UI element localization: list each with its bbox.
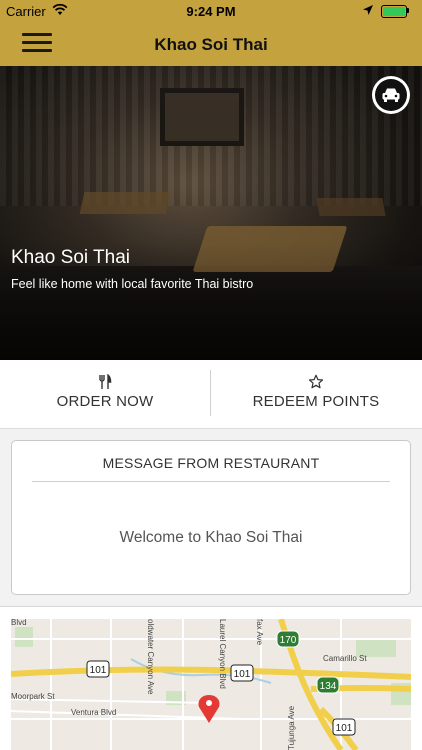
- svg-text:101: 101: [336, 723, 353, 734]
- message-card: MESSAGE FROM RESTAURANT Welcome to Khao …: [11, 440, 411, 595]
- battery-icon: [381, 5, 407, 18]
- message-body: Welcome to Khao Soi Thai: [119, 529, 303, 546]
- map-label: Tujunga Ave: [287, 705, 296, 750]
- map-label: Camarillo St: [323, 654, 367, 663]
- battery-tip: [407, 8, 409, 13]
- restaurant-hero-image: Khao Soi Thai Feel like home with local …: [0, 66, 422, 360]
- map-label: fax Ave: [255, 619, 264, 646]
- status-bar: Carrier 9:24 PM: [0, 0, 422, 22]
- highway-shield-101: 101: [230, 664, 254, 682]
- map-label: Blvd: [11, 619, 27, 627]
- highway-shield-101: 101: [332, 718, 356, 736]
- restaurant-name: Khao Soi Thai: [11, 247, 131, 268]
- status-time: 9:24 PM: [186, 4, 236, 19]
- message-divider: [32, 481, 390, 482]
- section-separator: [0, 606, 422, 607]
- page-title: Khao Soi Thai: [154, 35, 268, 54]
- map-label: Ventura Blvd: [71, 708, 116, 717]
- highway-shield-170: 170: [276, 630, 300, 648]
- redeem-points-button[interactable]: REDEEM POINTS: [211, 360, 421, 428]
- location-arrow-icon: [362, 4, 374, 19]
- order-now-label: ORDER NOW: [56, 393, 154, 410]
- hero-overlay: [0, 66, 422, 360]
- map-label: oldwater Canyon Ave: [146, 619, 155, 695]
- utensils-icon: [0, 374, 210, 392]
- delivery-car-button[interactable]: [372, 76, 410, 114]
- map-label: Moorpark St: [11, 692, 55, 701]
- highway-shield-101: 101: [86, 660, 110, 678]
- restaurant-tagline: Feel like home with local favorite Thai …: [11, 277, 254, 291]
- action-bar: ORDER NOW REDEEM POINTS: [0, 360, 422, 429]
- map-label: Laurel Canyon Blvd: [218, 619, 227, 689]
- svg-text:101: 101: [234, 669, 251, 680]
- svg-text:134: 134: [320, 681, 337, 692]
- star-icon: [211, 374, 421, 392]
- svg-text:101: 101: [90, 665, 107, 676]
- app-header: Carrier 9:24 PM Khao Soi Thai: [0, 0, 422, 66]
- location-map[interactable]: 101 101 101 170 134 Blvd Moorpark St Ven…: [11, 619, 411, 750]
- message-title: MESSAGE FROM RESTAURANT: [102, 455, 320, 471]
- redeem-points-label: REDEEM POINTS: [252, 393, 380, 410]
- car-icon: [375, 79, 407, 111]
- map-park: [15, 627, 33, 647]
- svg-text:170: 170: [280, 635, 297, 646]
- order-now-button[interactable]: ORDER NOW: [0, 360, 210, 428]
- highway-shield-134: 134: [316, 676, 340, 694]
